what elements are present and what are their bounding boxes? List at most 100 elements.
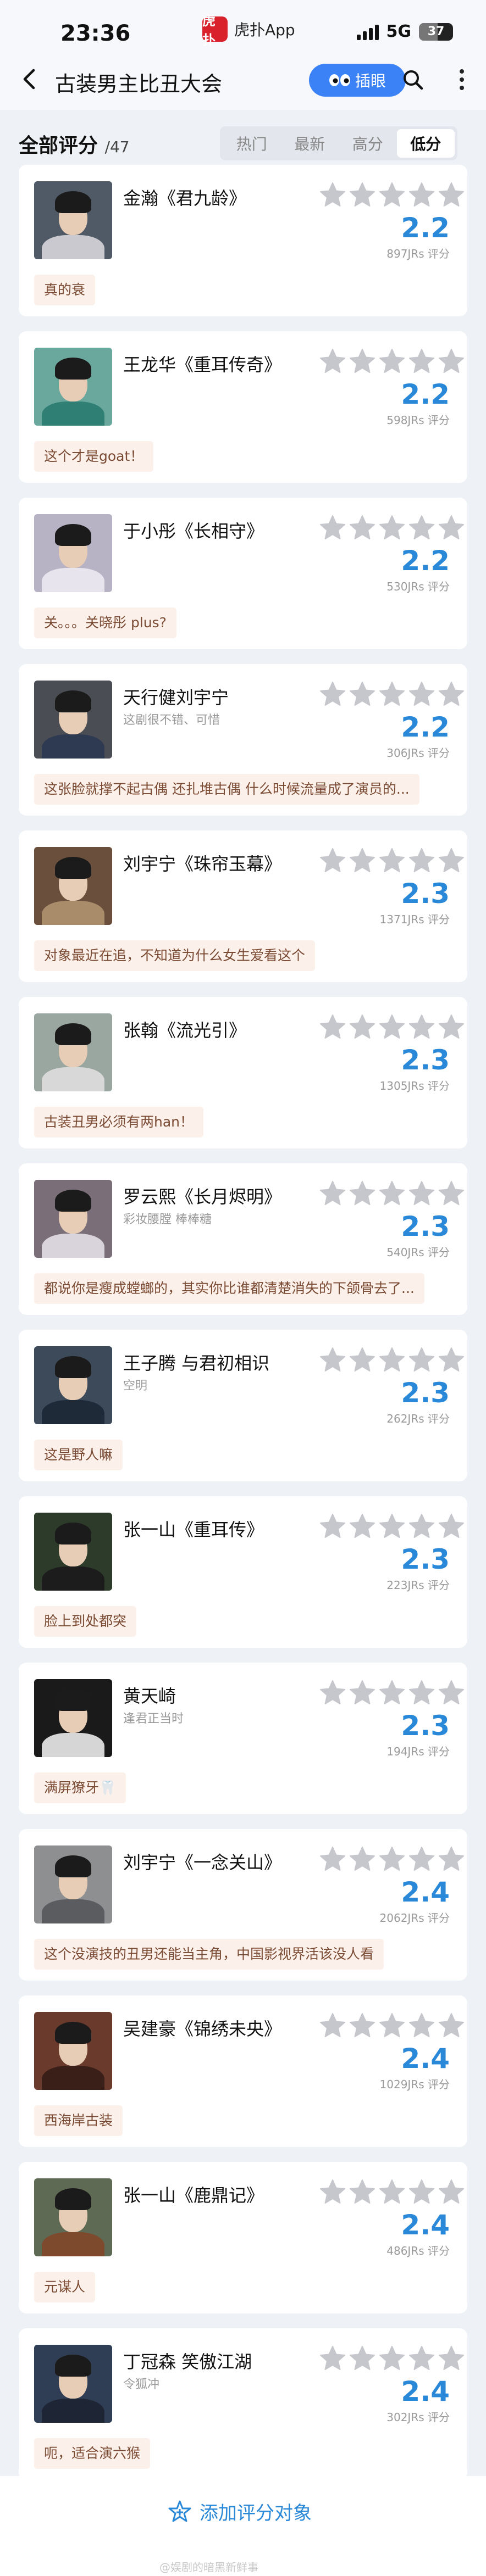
star-rating-input[interactable] (319, 847, 465, 877)
star-rating-input[interactable] (319, 514, 465, 544)
star-icon[interactable] (378, 847, 406, 877)
star-icon[interactable] (438, 2178, 465, 2208)
follow-button[interactable]: 插眼 (309, 64, 406, 97)
star-icon[interactable] (349, 181, 376, 211)
star-icon[interactable] (378, 1180, 406, 1209)
star-icon[interactable] (438, 847, 465, 877)
top-comment[interactable]: 都说你是瘦成螳螂的，其实你比谁都清楚消失的下颌骨去了... (34, 1273, 424, 1304)
star-icon[interactable] (438, 1180, 465, 1209)
star-icon[interactable] (378, 1679, 406, 1709)
top-comment[interactable]: 呃，适合演六猴 (34, 2438, 151, 2469)
star-icon[interactable] (349, 348, 376, 377)
star-rating-input[interactable] (319, 1180, 465, 1209)
star-icon[interactable] (438, 1679, 465, 1709)
star-icon[interactable] (378, 1845, 406, 1875)
sort-tab[interactable]: 低分 (396, 129, 455, 158)
star-icon[interactable] (349, 2178, 376, 2208)
star-icon[interactable] (319, 181, 346, 211)
star-rating-input[interactable] (319, 1679, 465, 1709)
star-icon[interactable] (319, 514, 346, 544)
star-icon[interactable] (349, 1013, 376, 1043)
star-icon[interactable] (408, 181, 435, 211)
top-comment[interactable]: 脸上到处都突 (34, 1606, 137, 1637)
star-icon[interactable] (319, 1679, 346, 1709)
star-icon[interactable] (349, 2345, 376, 2374)
star-rating-input[interactable] (319, 2012, 465, 2042)
star-rating-input[interactable] (319, 2178, 465, 2208)
star-icon[interactable] (319, 1845, 346, 1875)
star-icon[interactable] (438, 514, 465, 544)
star-icon[interactable] (438, 1513, 465, 1542)
star-icon[interactable] (349, 514, 376, 544)
star-rating-input[interactable] (319, 1513, 465, 1542)
star-icon[interactable] (438, 1013, 465, 1043)
star-icon[interactable] (408, 1513, 435, 1542)
top-comment[interactable]: 对象最近在追，不知道为什么女生爱看这个 (34, 940, 316, 971)
star-icon[interactable] (319, 348, 346, 377)
star-icon[interactable] (319, 2012, 346, 2042)
star-icon[interactable] (408, 514, 435, 544)
top-comment[interactable]: 这张脸就撑不起古偶 还扎堆古偶 什么时候流量成了演员的... (34, 774, 419, 805)
star-icon[interactable] (319, 681, 346, 710)
star-icon[interactable] (319, 1180, 346, 1209)
star-icon[interactable] (438, 1845, 465, 1875)
star-icon[interactable] (408, 2345, 435, 2374)
star-icon[interactable] (349, 1180, 376, 1209)
rating-card[interactable]: 罗云熙《长月烬明》 彩妆腰膛 棒棒糖 2.3 540JRs 评分 都说你是瘦成螳螂的，其… (19, 1163, 467, 1315)
top-comment[interactable]: 元谋人 (34, 2272, 96, 2302)
star-icon[interactable] (438, 181, 465, 211)
star-icon[interactable] (349, 1513, 376, 1542)
rating-card[interactable]: 金瀚《君九龄》 2.2 897JRs 评分 真的衰 (19, 165, 467, 316)
star-rating-input[interactable] (319, 348, 465, 377)
star-icon[interactable] (378, 681, 406, 710)
top-comment[interactable]: 这个才是goat！ (34, 441, 154, 472)
star-icon[interactable] (349, 1845, 376, 1875)
star-rating-input[interactable] (319, 681, 465, 710)
star-icon[interactable] (378, 1513, 406, 1542)
rating-card[interactable]: 丁冠森 笑傲江湖 令狐冲 2.4 302JRs 评分 呃，适合演六猴 (19, 2328, 467, 2480)
top-comment[interactable]: 这个没演技的丑男还能当主角，中国影视界活该没人看 (34, 1939, 384, 1970)
rating-card[interactable]: 刘宇宁《珠帘玉幕》 2.3 1371JRs 评分 对象最近在追，不知道为什么女生爱看这… (19, 830, 467, 982)
star-icon[interactable] (349, 1679, 376, 1709)
rating-card[interactable]: 张一山《重耳传》 2.3 223JRs 评分 脸上到处都突 (19, 1496, 467, 1648)
star-icon[interactable] (408, 348, 435, 377)
sort-tab[interactable]: 高分 (339, 129, 397, 158)
top-comment[interactable]: 西海岸古装 (34, 2105, 123, 2136)
star-icon[interactable] (319, 1013, 346, 1043)
star-icon[interactable] (349, 2012, 376, 2042)
star-icon[interactable] (378, 1346, 406, 1376)
star-icon[interactable] (408, 2012, 435, 2042)
back-icon[interactable] (16, 66, 43, 92)
add-rating-target-button[interactable]: 添加评分对象 (168, 2498, 312, 2525)
star-rating-input[interactable] (319, 2345, 465, 2374)
star-rating-input[interactable] (319, 181, 465, 211)
sort-tab[interactable]: 最新 (281, 129, 339, 158)
star-icon[interactable] (408, 1180, 435, 1209)
star-icon[interactable] (408, 2178, 435, 2208)
star-icon[interactable] (378, 1013, 406, 1043)
star-icon[interactable] (438, 348, 465, 377)
star-icon[interactable] (408, 681, 435, 710)
star-icon[interactable] (378, 2012, 406, 2042)
rating-card[interactable]: 黄天崎 逢君正当时 2.3 194JRs 评分 满屏獠牙🦷 (19, 1663, 467, 1814)
star-rating-input[interactable] (319, 1013, 465, 1043)
star-icon[interactable] (378, 181, 406, 211)
star-icon[interactable] (408, 1013, 435, 1043)
rating-card[interactable]: 王子腾 与君初相识 空明 2.3 262JRs 评分 这是野人嘛 (19, 1330, 467, 1481)
top-comment[interactable]: 满屏獠牙🦷 (34, 1772, 126, 1803)
top-comment[interactable]: 关。。。关晓彤 plus? (34, 607, 176, 638)
star-icon[interactable] (349, 681, 376, 710)
star-icon[interactable] (319, 2345, 346, 2374)
star-icon[interactable] (378, 348, 406, 377)
star-icon[interactable] (438, 681, 465, 710)
star-icon[interactable] (378, 2178, 406, 2208)
star-icon[interactable] (378, 514, 406, 544)
star-icon[interactable] (408, 1346, 435, 1376)
rating-card[interactable]: 王龙华《重耳传奇》 2.2 598JRs 评分 这个才是goat！ (19, 331, 467, 483)
more-icon[interactable] (451, 66, 473, 93)
star-icon[interactable] (349, 847, 376, 877)
star-icon[interactable] (408, 847, 435, 877)
star-icon[interactable] (438, 1346, 465, 1376)
star-icon[interactable] (319, 2178, 346, 2208)
star-rating-input[interactable] (319, 1346, 465, 1376)
